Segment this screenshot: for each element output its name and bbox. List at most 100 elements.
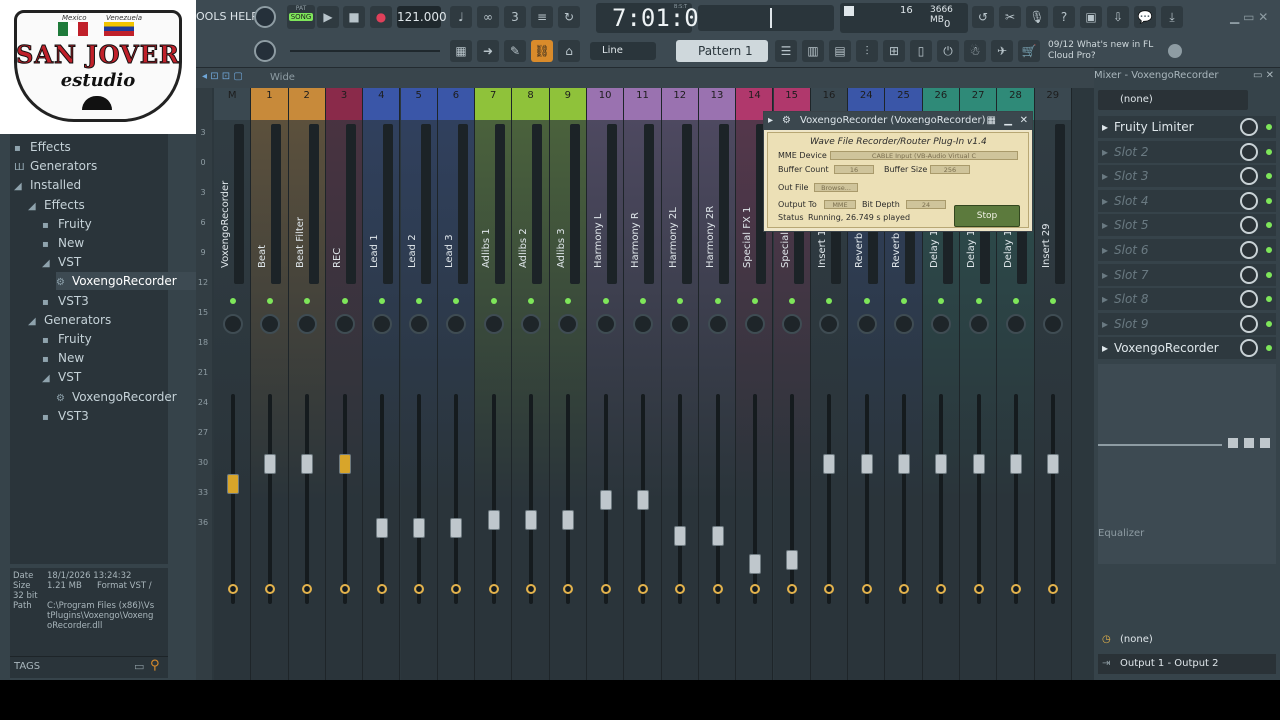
effect-slot[interactable]: ▸ Slot 2 bbox=[1098, 140, 1276, 163]
route-clock-icon[interactable] bbox=[600, 584, 611, 594]
strip-enable-led[interactable] bbox=[602, 298, 609, 304]
chat-button[interactable]: 💬 bbox=[1134, 6, 1156, 28]
plugin-titlebar[interactable]: ▸ ⚙ VoxengoRecorder (VoxengoRecorder) ▦ … bbox=[764, 112, 1032, 130]
cut-button[interactable]: ✂ bbox=[999, 6, 1021, 28]
route-clock-icon[interactable] bbox=[824, 584, 835, 594]
pan-knob[interactable] bbox=[334, 314, 355, 334]
volume-fader[interactable] bbox=[711, 526, 724, 546]
route-clock-icon[interactable] bbox=[302, 584, 313, 594]
mixer-strip[interactable]: 5 Lead 2 bbox=[400, 88, 438, 680]
strip-color-header[interactable]: 10 bbox=[587, 88, 624, 120]
route-clock-icon[interactable] bbox=[563, 584, 574, 594]
pan-knob[interactable] bbox=[632, 314, 653, 334]
browser-item[interactable]: ▪ VST3 bbox=[42, 292, 89, 310]
browser-item[interactable]: ▪ Fruity bbox=[42, 215, 92, 233]
strip-enable-led[interactable] bbox=[378, 298, 385, 304]
mixer-strip[interactable]: 8 Adlibs 2 bbox=[512, 88, 550, 680]
pan-knob[interactable] bbox=[1043, 314, 1064, 334]
undo-button[interactable]: ↺ bbox=[972, 6, 994, 28]
shop-button[interactable]: 🛒 bbox=[1018, 40, 1040, 62]
browser-item[interactable]: ◢ Effects bbox=[28, 196, 85, 214]
eq-band-mid-fader[interactable] bbox=[1244, 438, 1254, 448]
strip-name[interactable]: Harmony 2L bbox=[668, 207, 679, 268]
volume-fader[interactable] bbox=[786, 550, 799, 570]
output-to-field[interactable]: MME bbox=[824, 200, 856, 209]
strip-enable-led[interactable] bbox=[639, 298, 646, 304]
strip-color-header[interactable]: 2 bbox=[288, 88, 325, 120]
route-clock-icon[interactable] bbox=[637, 584, 648, 594]
master-volume-knob[interactable] bbox=[254, 6, 276, 28]
strip-enable-led[interactable] bbox=[565, 298, 572, 304]
strip-color-header[interactable]: 13 bbox=[698, 88, 736, 120]
slot-arrow-icon[interactable]: ▸ bbox=[1102, 239, 1108, 261]
volume-fader[interactable] bbox=[1047, 454, 1060, 474]
strip-enable-led[interactable] bbox=[938, 298, 945, 304]
effect-slot[interactable]: ▸ Slot 3 bbox=[1098, 165, 1276, 188]
slot-mix-knob[interactable] bbox=[1240, 142, 1258, 161]
slot-mix-knob[interactable] bbox=[1240, 290, 1258, 309]
slot-enable-led[interactable] bbox=[1266, 197, 1272, 204]
effect-slot[interactable]: ▸ Slot 6 bbox=[1098, 239, 1276, 261]
strip-color-header[interactable]: 8 bbox=[512, 88, 549, 120]
song-position-slider[interactable] bbox=[698, 5, 834, 31]
strip-enable-led[interactable] bbox=[863, 298, 870, 304]
plugin-db-button[interactable]: ⏻ bbox=[937, 40, 959, 62]
strip-enable-led[interactable] bbox=[341, 298, 348, 304]
effect-slot[interactable]: ▸ Slot 5 bbox=[1098, 214, 1276, 237]
snap-selector[interactable]: Line bbox=[590, 42, 656, 60]
route-clock-icon[interactable] bbox=[339, 584, 350, 594]
volume-fader[interactable] bbox=[413, 518, 426, 538]
window-controls[interactable]: ▁ ▭ ✕ bbox=[1230, 10, 1268, 24]
volume-fader[interactable] bbox=[562, 510, 575, 530]
stop-recording-button[interactable]: Stop bbox=[954, 205, 1020, 227]
time-display[interactable]: 7:01:00 B:S:T bbox=[596, 3, 713, 33]
master-pitch-slider[interactable] bbox=[290, 50, 440, 52]
folder-icon[interactable]: ▭ bbox=[134, 660, 144, 673]
volume-fader[interactable] bbox=[935, 454, 948, 474]
volume-fader[interactable] bbox=[860, 454, 873, 474]
master-pitch-knob[interactable] bbox=[254, 40, 276, 62]
strip-name[interactable]: Lead 3 bbox=[444, 234, 455, 268]
slot-enable-led[interactable] bbox=[1266, 173, 1272, 180]
pattern-selector[interactable]: Pattern 1 bbox=[676, 40, 768, 62]
strip-color-header[interactable]: 4 bbox=[363, 88, 400, 120]
mixer-strip[interactable]: 3 REC bbox=[325, 88, 364, 680]
pan-knob[interactable] bbox=[931, 314, 952, 334]
browser-item[interactable]: ▪ VST3 bbox=[42, 407, 89, 425]
piano-roll-button[interactable]: ▦ bbox=[450, 40, 472, 62]
slot-enable-led[interactable] bbox=[1266, 247, 1272, 253]
volume-fader[interactable] bbox=[338, 454, 351, 474]
strip-color-header[interactable]: 29 bbox=[1034, 88, 1071, 120]
route-clock-icon[interactable] bbox=[1048, 584, 1059, 594]
download-button[interactable]: ⤓ bbox=[1161, 6, 1183, 28]
browser-item[interactable]: ▪ Fruity bbox=[42, 330, 92, 348]
mixer-strip[interactable]: 10 Harmony L bbox=[587, 88, 625, 680]
strip-enable-led[interactable] bbox=[304, 298, 311, 304]
eq-band-high-fader[interactable] bbox=[1260, 438, 1270, 448]
strip-enable-led[interactable] bbox=[677, 298, 684, 304]
strip-color-header[interactable]: M bbox=[214, 88, 251, 120]
strip-name[interactable]: Adlibs 3 bbox=[556, 228, 567, 268]
bit-depth-field[interactable]: 24 bbox=[906, 200, 946, 209]
menu-tools-help[interactable]: OOLS HELP bbox=[196, 10, 258, 23]
browser-item[interactable]: ◢ Generators bbox=[28, 311, 111, 329]
volume-fader[interactable] bbox=[636, 490, 649, 510]
piano-roll-view-button[interactable]: ▤ bbox=[829, 40, 851, 62]
slot-mix-knob[interactable] bbox=[1240, 314, 1258, 333]
strip-enable-led[interactable] bbox=[826, 298, 833, 304]
pat-song-toggle[interactable]: PAT SONG bbox=[287, 5, 315, 29]
browser-item[interactable]: ◢ Installed bbox=[14, 176, 81, 194]
pan-knob[interactable] bbox=[222, 314, 243, 334]
slot-arrow-icon[interactable]: ▸ bbox=[1102, 214, 1108, 236]
strip-name[interactable]: Adlibs 2 bbox=[518, 228, 529, 268]
mixer-strip[interactable]: 29 Insert 29 bbox=[1034, 88, 1072, 680]
browser-item[interactable]: ⚙ VoxengoRecorder bbox=[56, 272, 206, 291]
step-edit-button[interactable]: ≡ bbox=[531, 6, 553, 28]
strip-enable-led[interactable] bbox=[714, 298, 721, 304]
slot-mix-knob[interactable] bbox=[1240, 339, 1258, 358]
pan-knob[interactable] bbox=[446, 314, 467, 334]
browser-item[interactable]: Ш Generators bbox=[14, 157, 97, 175]
strip-enable-led[interactable] bbox=[975, 298, 982, 304]
browser-button[interactable]: ⊞ bbox=[883, 40, 905, 62]
strip-color-header[interactable]: 9 bbox=[549, 88, 586, 120]
